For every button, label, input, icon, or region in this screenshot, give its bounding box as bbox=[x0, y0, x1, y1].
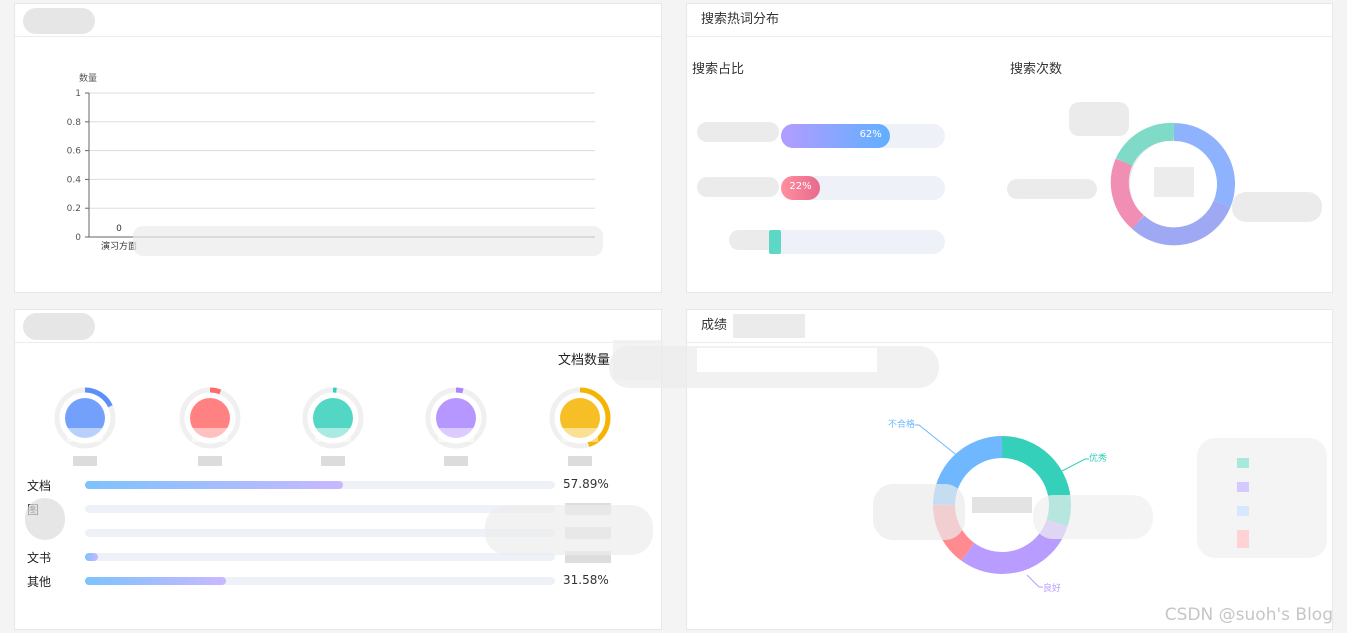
blurred-legend bbox=[1197, 438, 1327, 558]
legend-swatch bbox=[1237, 458, 1249, 468]
grade-slice-label: 优秀 bbox=[1089, 452, 1107, 464]
y-tick-label: 0 bbox=[75, 233, 81, 243]
doc-row-name: 其他 bbox=[27, 575, 52, 589]
doc-row-fill bbox=[85, 553, 99, 561]
doc-row-track bbox=[85, 505, 555, 513]
gauge-label-blur bbox=[198, 456, 222, 466]
y-tick-label: 0.2 bbox=[67, 204, 81, 214]
panel-header: 成绩 bbox=[687, 310, 1332, 343]
blurred-title bbox=[23, 313, 95, 340]
blurred-title-part bbox=[733, 314, 805, 338]
panel-header bbox=[15, 4, 661, 37]
y-tick-label: 0.8 bbox=[67, 118, 82, 128]
legend-swatch bbox=[1237, 506, 1249, 516]
gauge-label-blur bbox=[444, 456, 468, 466]
panel-document-count: 文档数量 文档57.89%图文书其他31.58% bbox=[14, 309, 663, 630]
grade-slice-label: 良好 bbox=[1043, 582, 1061, 594]
legend-swatch bbox=[1237, 482, 1249, 492]
panel-quantity-chart: 数量 0 0.2 0.4 0.6 0.8 1 0 演习方面 bbox=[14, 3, 662, 293]
label-leader-line bbox=[915, 424, 960, 458]
data-label: 0 bbox=[116, 224, 122, 234]
doc-row-name: 文书 bbox=[27, 551, 52, 565]
legend-swatch bbox=[1237, 530, 1249, 548]
blurred-overlay bbox=[485, 505, 653, 555]
gauge-4 bbox=[425, 387, 487, 466]
search-ratio-label: 搜索占比 bbox=[692, 62, 745, 77]
gauge-label-blur bbox=[73, 456, 97, 466]
doc-chart-title: 文档数量 bbox=[558, 353, 611, 368]
blurred-overlay bbox=[1033, 495, 1153, 539]
doc-row-track bbox=[85, 553, 555, 561]
label-leader-line bbox=[1061, 458, 1089, 472]
gauge-5 bbox=[549, 387, 611, 466]
doc-row-fill bbox=[85, 481, 344, 489]
grade-slice-label: 不合格 bbox=[888, 418, 915, 430]
blurred-x-labels bbox=[133, 226, 603, 256]
blurred-row-label bbox=[697, 177, 779, 197]
gauge-blur bbox=[315, 428, 351, 442]
panel-title: 搜索热词分布 bbox=[701, 12, 780, 27]
blurred-overlay bbox=[25, 498, 65, 540]
gauge-blur bbox=[67, 428, 103, 442]
doc-row-fill bbox=[85, 577, 226, 585]
panel-search-hotwords: 搜索热词分布 搜索占比 搜索次数 62% 22% bbox=[686, 3, 1333, 293]
gauge-3 bbox=[302, 387, 364, 466]
ratio-bar-fill: 22% bbox=[781, 176, 820, 200]
gauge-blur bbox=[192, 428, 228, 442]
gauge-label-blur bbox=[321, 456, 345, 466]
y-tick-label: 1 bbox=[75, 89, 81, 99]
watermark: CSDN @suoh's Blog bbox=[1164, 605, 1333, 625]
search-count-donut bbox=[1110, 122, 1235, 246]
doc-row-percent: 31.58% bbox=[563, 573, 609, 587]
center-blur bbox=[972, 497, 1032, 513]
ratio-bar-fill: 62% bbox=[781, 124, 890, 148]
doc-row-name: 文档 bbox=[27, 479, 52, 493]
gauge-blur bbox=[562, 428, 598, 442]
blurred-title bbox=[23, 8, 95, 34]
gauge-1 bbox=[54, 387, 116, 466]
blank-field bbox=[697, 348, 877, 372]
x-tick-label: 演习方面 bbox=[101, 240, 137, 252]
gauge-blur bbox=[438, 428, 474, 442]
panel-header: 搜索热词分布 bbox=[687, 4, 1332, 37]
blurred-row-label bbox=[697, 122, 779, 142]
ratio-bar-fill bbox=[769, 230, 781, 254]
y-axis-title: 数量 bbox=[79, 72, 97, 84]
ratio-bar-track bbox=[769, 230, 945, 254]
panel-grades: 成绩 优秀良好 不合格 bbox=[609, 309, 1333, 630]
panel-header bbox=[15, 310, 661, 343]
gauge-2 bbox=[179, 387, 241, 466]
doc-row-percent: 57.89% bbox=[563, 477, 609, 491]
panel-title: 成绩 bbox=[701, 318, 728, 333]
blurred-legend bbox=[1007, 179, 1097, 199]
search-count-label: 搜索次数 bbox=[1010, 62, 1063, 77]
gauge-row bbox=[15, 386, 663, 476]
label-leader-line bbox=[1026, 574, 1043, 588]
y-tick-label: 0.4 bbox=[67, 175, 82, 185]
y-tick-label: 0.6 bbox=[67, 147, 82, 157]
blurred-overlay bbox=[873, 484, 965, 540]
gauge-label-blur bbox=[568, 456, 592, 466]
